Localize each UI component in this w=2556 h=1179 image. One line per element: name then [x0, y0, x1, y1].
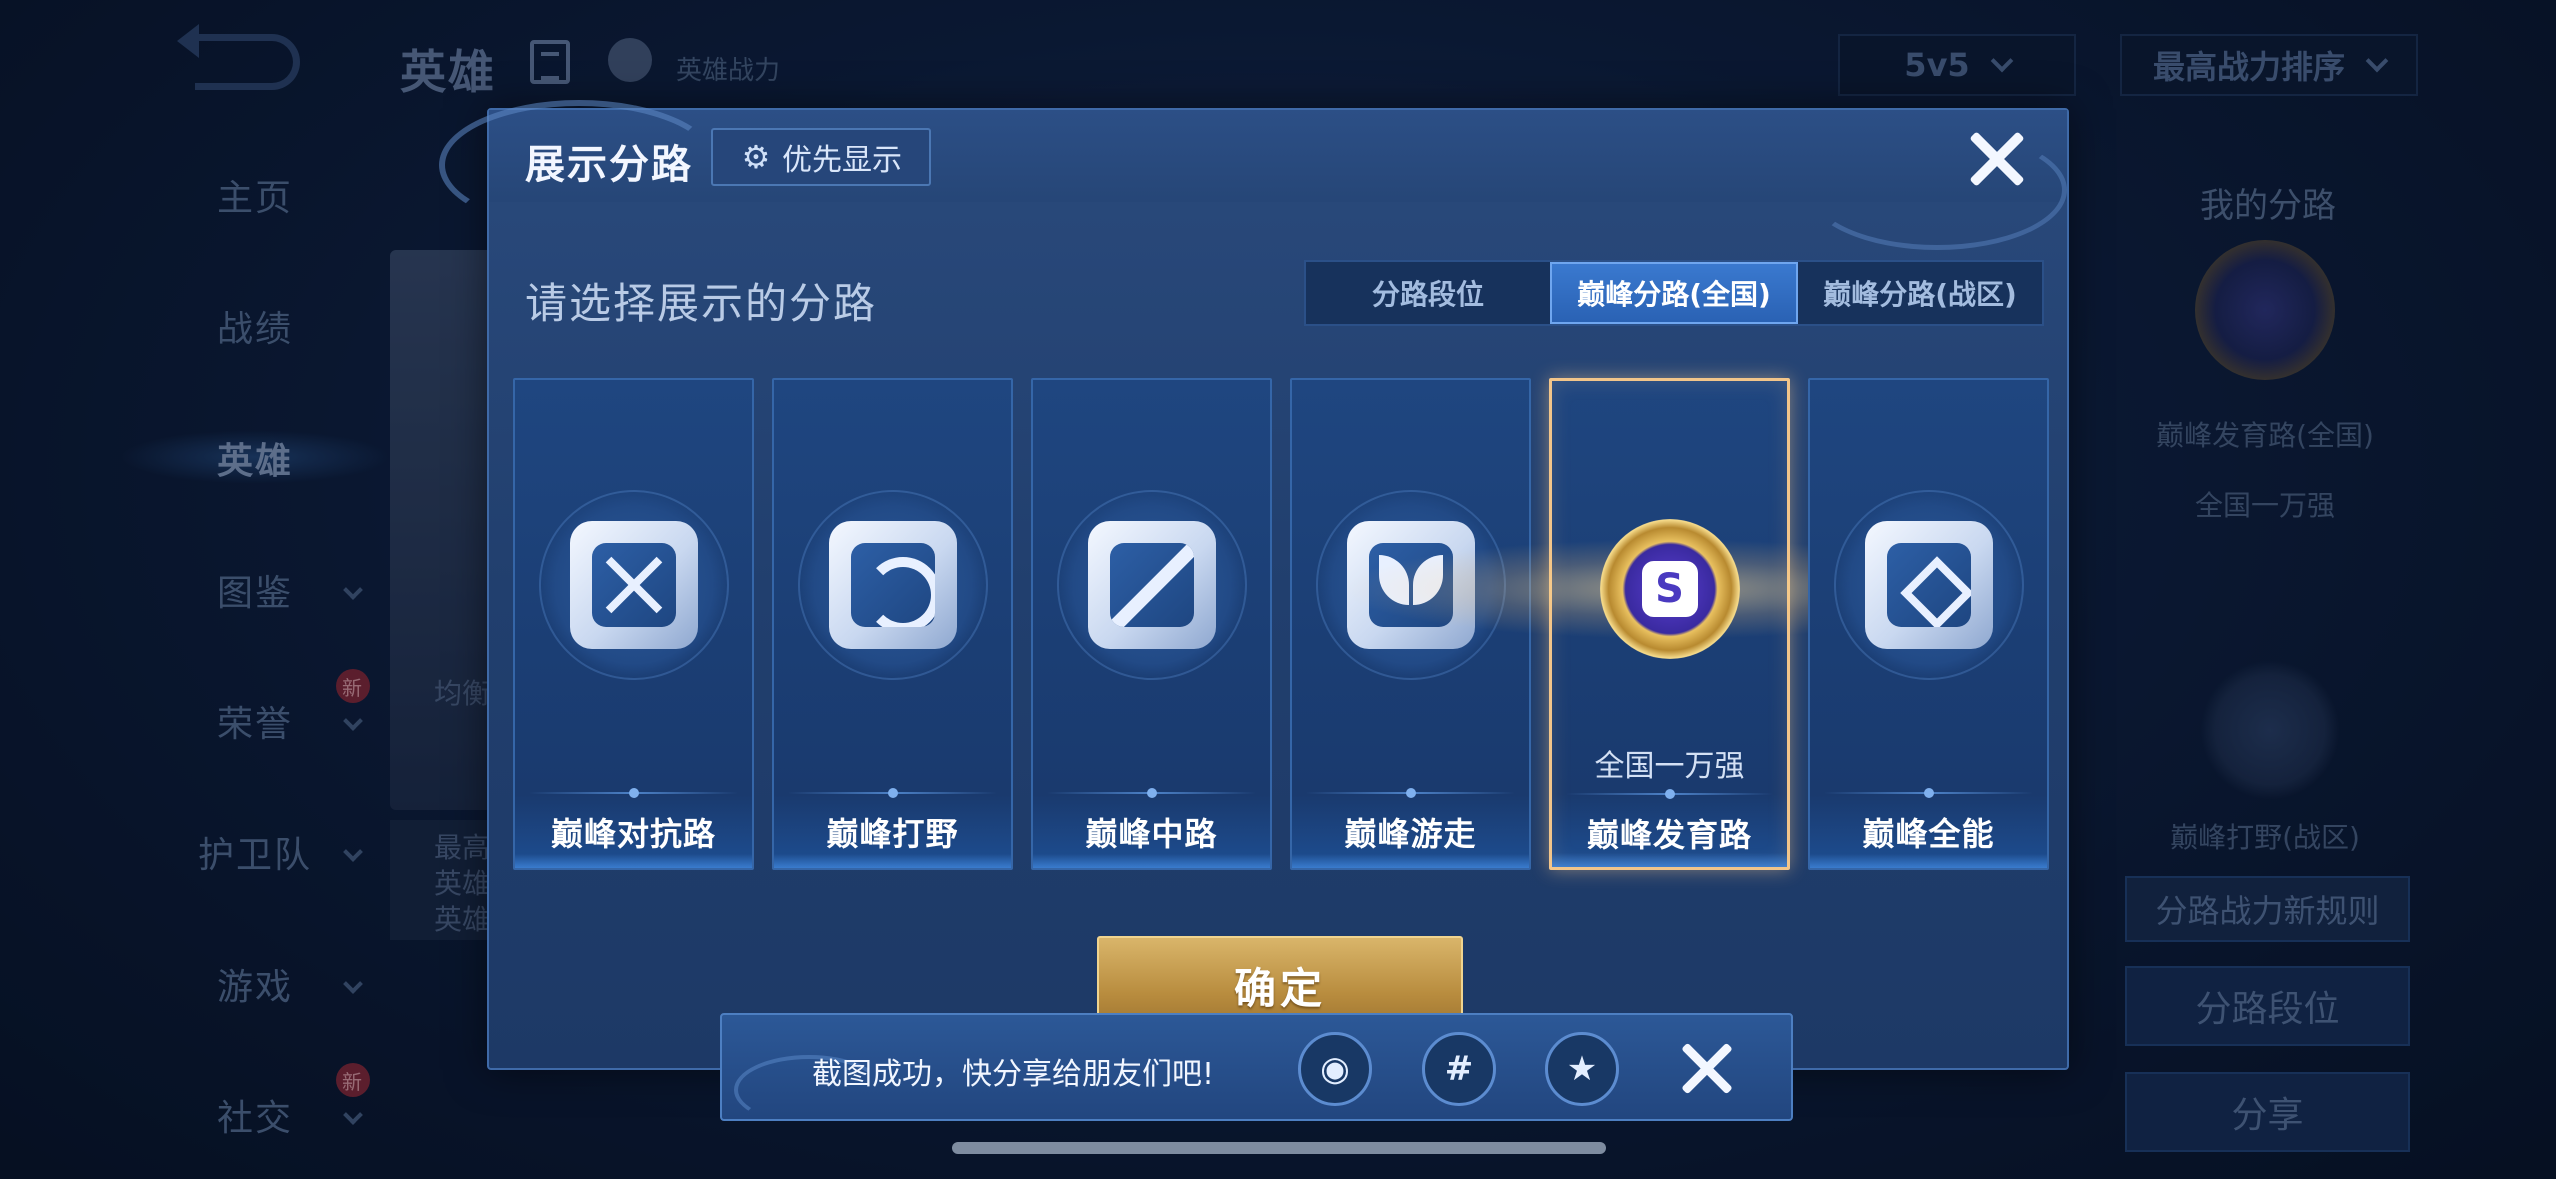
- lane-type-tabs: 分路段位 巅峰分路(全国) 巅峰分路(战区): [1304, 260, 2044, 326]
- qq-icon[interactable]: ◉: [1298, 1032, 1372, 1106]
- tab-peak-national[interactable]: 巅峰分路(全国): [1550, 262, 1798, 324]
- card-glow: [1292, 854, 1529, 868]
- tab-peak-region[interactable]: 巅峰分路(战区): [1798, 262, 2042, 324]
- card-glow: [1033, 854, 1270, 868]
- priority-display-button[interactable]: ⚙ 优先显示: [711, 128, 931, 186]
- modal-title: 展示分路: [525, 142, 693, 188]
- game-screen: 英雄 英雄战力 5v5 最高战力排序 主页 战绩 英雄 图鉴 荣誉新护卫队 游戏 社交新 均…: [0, 0, 2556, 1179]
- card-glow: [1552, 853, 1787, 867]
- priority-display-label: 优先显示: [782, 143, 902, 178]
- card-glow: [515, 854, 752, 868]
- lane-card-list: 巅峰对抗路 巅峰打野 巅峰中路 巅峰游走 S 全国一万强 巅峰发育路 巅峰全能: [513, 378, 2053, 870]
- screenshot-share-toast: 截图成功，快分享给朋友们吧! ◉ # ★: [720, 1013, 1793, 1125]
- emblem-core: S: [1641, 561, 1698, 617]
- diamond-icon: [1864, 521, 1993, 649]
- card-glow: [1810, 854, 2047, 868]
- lane-display-modal: 展示分路 ⚙ 优先显示 请选择展示的分路 分路段位 巅峰分路(全国) 巅峰分路(…: [439, 100, 2069, 1070]
- lane-card-jungle[interactable]: 巅峰打野: [772, 378, 1013, 870]
- gold-emblem-icon: S: [1339, 499, 2000, 679]
- lane-card-farm[interactable]: S 全国一万强 巅峰发育路: [1339, 378, 2000, 870]
- cross-swords-icon: [569, 521, 698, 649]
- lane-rank: 全国一万强: [1594, 749, 1745, 784]
- divider-dot: [1923, 788, 1934, 798]
- lane-card-top[interactable]: 巅峰对抗路: [513, 378, 754, 870]
- divider-dot: [1146, 788, 1157, 798]
- swirl-decoration: [1807, 130, 2067, 250]
- divider-dot: [1664, 789, 1675, 799]
- divider-dot: [1405, 788, 1416, 798]
- lane-name: 巅峰游走: [1344, 815, 1477, 853]
- gear-icon: ⚙: [741, 138, 771, 176]
- divider-dot: [628, 788, 639, 798]
- select-lane-prompt: 请选择展示的分路: [525, 279, 878, 328]
- lane-card-allround[interactable]: 巅峰全能: [1808, 378, 2049, 870]
- lane-name: 巅峰中路: [1085, 815, 1218, 853]
- toast-message: 截图成功，快分享给朋友们吧!: [812, 1057, 1215, 1092]
- qzone-icon[interactable]: ★: [1545, 1032, 1619, 1106]
- close-icon[interactable]: [1677, 1039, 1737, 1099]
- divider-dot: [887, 788, 898, 798]
- tab-lane-rank[interactable]: 分路段位: [1306, 262, 1550, 324]
- card-glow: [774, 854, 1011, 868]
- lane-name: 巅峰打野: [826, 815, 959, 853]
- slash-icon: [1087, 521, 1216, 649]
- dragon-icon: [828, 521, 957, 649]
- moments-icon[interactable]: #: [1422, 1032, 1496, 1106]
- home-indicator[interactable]: [952, 1142, 1606, 1154]
- lane-name: 巅峰对抗路: [550, 815, 716, 853]
- lane-name: 巅峰全能: [1862, 815, 1995, 853]
- close-icon[interactable]: [1967, 128, 2027, 188]
- lane-card-mid[interactable]: 巅峰中路: [1031, 378, 1272, 870]
